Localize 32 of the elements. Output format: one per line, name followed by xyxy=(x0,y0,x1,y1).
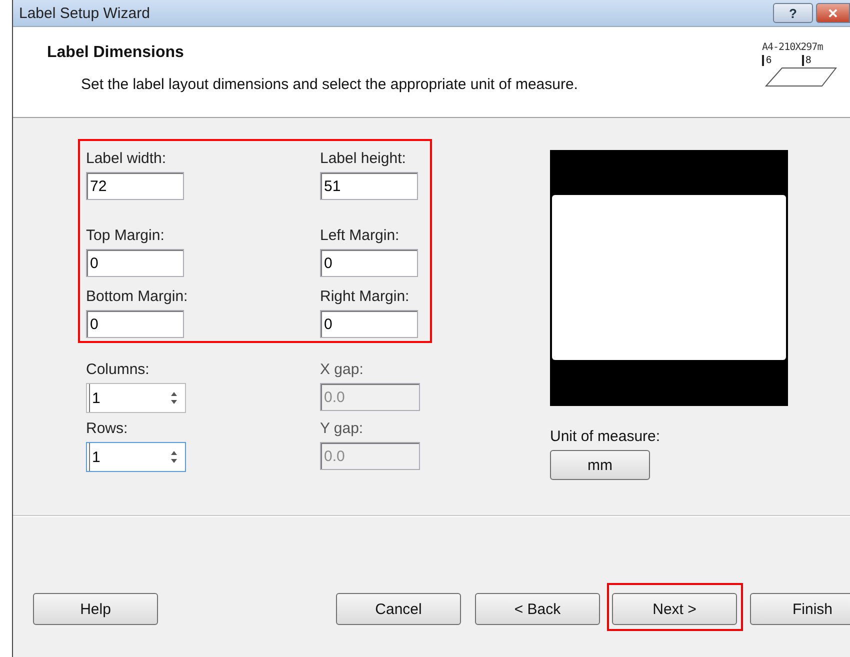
wizard-button[interactable]: Finish xyxy=(750,593,850,625)
input-field[interactable]: 51 xyxy=(320,172,418,200)
input-field[interactable]: 0 xyxy=(86,310,184,338)
field-label: Top Margin: xyxy=(86,226,164,246)
page-description: Set the label layout dimensions and select the appropriate unit of measure. xyxy=(81,76,578,93)
input-field[interactable]: 72 xyxy=(86,172,184,200)
spin-field[interactable]: 1 xyxy=(86,442,186,472)
page-title: Label Dimensions xyxy=(47,44,184,62)
help-button[interactable]: ? xyxy=(773,3,813,23)
input-field[interactable]: 0 xyxy=(86,249,184,277)
spin-field[interactable]: 1 xyxy=(86,383,186,413)
input-field[interactable]: 0 xyxy=(320,249,418,277)
paper-size-text: A4-210X297m xyxy=(762,42,823,53)
wizard-button[interactable]: Cancel xyxy=(336,593,461,625)
window-title: Label Setup Wizard xyxy=(19,4,151,22)
field-label: Label height: xyxy=(320,149,406,169)
field-label: Rows: xyxy=(86,419,128,439)
wizard-button[interactable]: < Back xyxy=(475,593,600,625)
field-label: Unit of measure: xyxy=(550,428,660,445)
wizard-button[interactable]: Next > xyxy=(612,593,737,625)
field-label: Label width: xyxy=(86,149,166,169)
field-label: Right Margin: xyxy=(320,287,410,307)
input-field[interactable]: 0 xyxy=(320,310,418,338)
field-label: Y gap: xyxy=(320,419,364,439)
wizard-button[interactable]: Help xyxy=(33,593,158,625)
unit-button[interactable]: mm xyxy=(550,450,650,480)
ruler-mark: 8 xyxy=(802,55,812,66)
field-label: Bottom Margin: xyxy=(86,287,188,307)
field-label: Columns: xyxy=(86,360,150,380)
field-label: X gap: xyxy=(320,360,364,380)
ruler-mark: 6 xyxy=(762,55,772,66)
field-label: Left Margin: xyxy=(320,226,400,246)
